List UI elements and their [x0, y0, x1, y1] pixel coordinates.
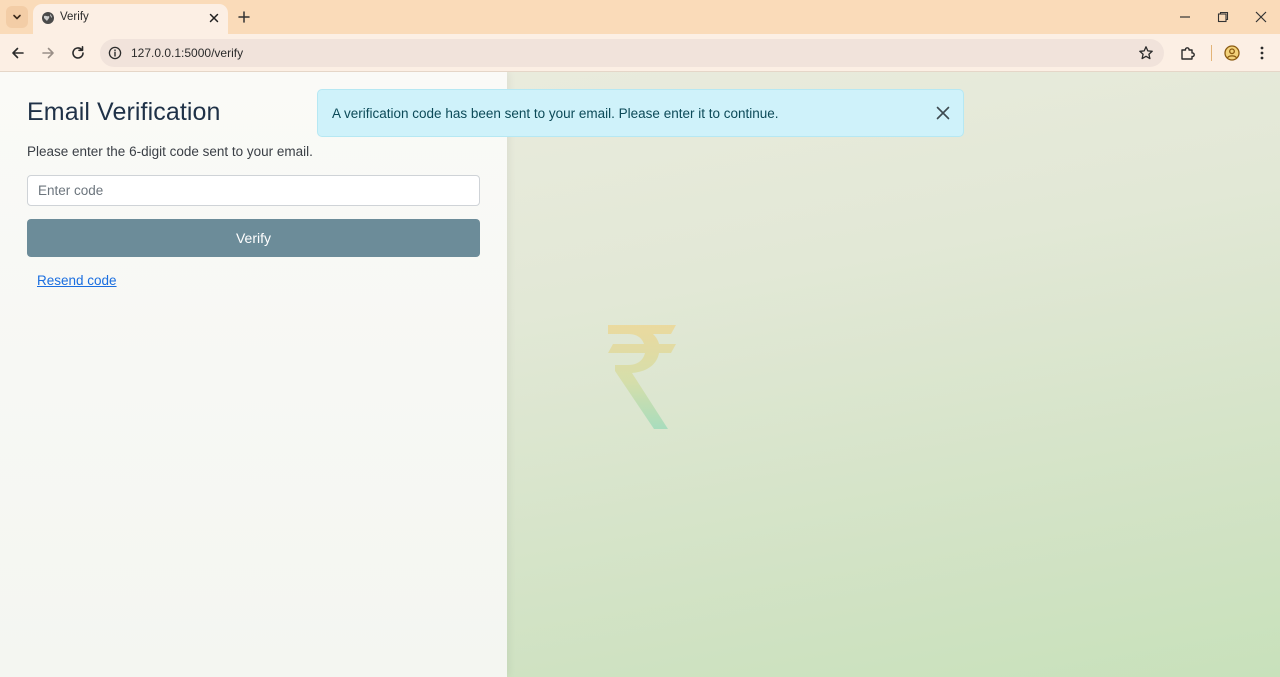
close-window-icon[interactable]: [1253, 9, 1269, 25]
tab-verify[interactable]: Verify: [33, 4, 228, 34]
toolbar-separator: [1211, 45, 1212, 61]
resend-code-link[interactable]: Resend code: [37, 273, 117, 288]
address-bar[interactable]: 127.0.0.1:5000/verify: [100, 39, 1164, 67]
alert-message: A verification code has been sent to you…: [332, 106, 779, 121]
kebab-menu-icon[interactable]: [1253, 44, 1271, 62]
info-alert: A verification code has been sent to you…: [317, 89, 964, 137]
page-viewport: Email Verification Please enter the 6-di…: [0, 72, 1280, 677]
rupee-icon: [608, 325, 676, 429]
star-icon[interactable]: [1138, 45, 1154, 61]
browser-tab-strip: Verify: [0, 0, 1280, 34]
minimize-icon[interactable]: [1177, 9, 1193, 25]
verification-panel: Email Verification Please enter the 6-di…: [0, 72, 507, 677]
browser-toolbar: 127.0.0.1:5000/verify: [0, 34, 1280, 72]
tab-list-button[interactable]: [6, 6, 28, 28]
restore-icon[interactable]: [1215, 9, 1231, 25]
close-icon[interactable]: [207, 11, 221, 25]
plus-icon[interactable]: [236, 9, 252, 25]
close-icon[interactable]: [935, 105, 951, 121]
globe-icon: [42, 12, 54, 24]
tab-title: Verify: [60, 11, 89, 23]
url-text: 127.0.0.1:5000/verify: [131, 46, 244, 60]
code-input[interactable]: [27, 175, 480, 206]
info-icon[interactable]: [108, 46, 122, 60]
page-title: Email Verification: [27, 98, 221, 126]
instruction-text: Please enter the 6-digit code sent to yo…: [27, 144, 313, 159]
profile-icon[interactable]: [1223, 44, 1241, 62]
verify-button[interactable]: Verify: [27, 219, 480, 257]
chevron-down-icon: [13, 14, 21, 20]
reload-icon[interactable]: [69, 44, 87, 62]
puzzle-icon[interactable]: [1179, 44, 1197, 62]
arrow-left-icon[interactable]: [9, 44, 27, 62]
arrow-right-icon[interactable]: [39, 44, 57, 62]
